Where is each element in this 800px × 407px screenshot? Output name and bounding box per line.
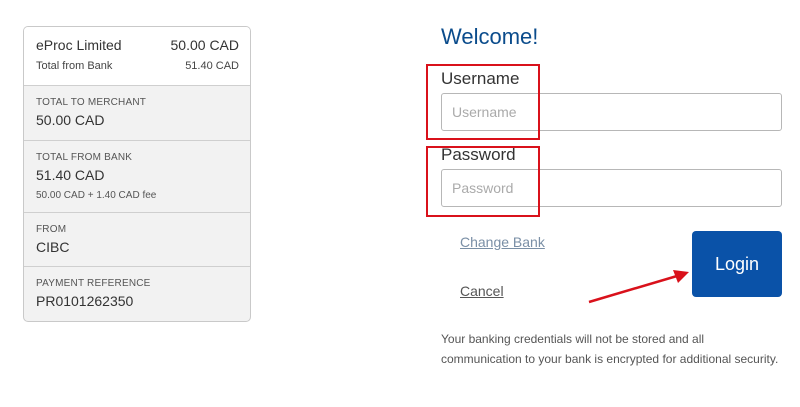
summary-section-from: FROM CIBC xyxy=(24,213,250,267)
total-from-bank-label: Total from Bank xyxy=(36,60,113,72)
welcome-heading: Welcome! xyxy=(441,24,539,49)
password-label: Password xyxy=(441,145,516,164)
summary-header: eProc Limited 50.00 CAD Total from Bank … xyxy=(24,27,250,86)
annotation-arrow-icon xyxy=(588,270,689,304)
section-label: TOTAL FROM BANK xyxy=(36,152,133,163)
payment-amount: 50.00 CAD xyxy=(170,37,239,53)
change-bank-link[interactable]: Change Bank xyxy=(460,234,545,250)
username-label: Username xyxy=(441,69,520,88)
password-input[interactable] xyxy=(441,169,782,207)
section-value: 51.40 CAD xyxy=(36,167,105,183)
username-input[interactable] xyxy=(441,93,782,131)
total-from-bank-value: 51.40 CAD xyxy=(185,60,239,72)
cancel-link[interactable]: Cancel xyxy=(460,283,504,299)
summary-section-payment-reference: PAYMENT REFERENCE PR0101262350 xyxy=(24,267,250,321)
section-value: PR0101262350 xyxy=(36,293,134,309)
merchant-name: eProc Limited xyxy=(36,37,122,53)
section-value: CIBC xyxy=(36,239,70,255)
payment-summary-card: eProc Limited 50.00 CAD Total from Bank … xyxy=(23,26,251,322)
summary-section-total-from-bank: TOTAL FROM BANK 51.40 CAD 50.00 CAD + 1.… xyxy=(24,141,250,213)
login-button[interactable]: Login xyxy=(692,231,782,297)
section-label: FROM xyxy=(36,224,67,235)
summary-section-total-to-merchant: TOTAL TO MERCHANT 50.00 CAD xyxy=(24,86,250,141)
section-value: 50.00 CAD xyxy=(36,112,105,128)
fee-breakdown: 50.00 CAD + 1.40 CAD fee xyxy=(36,190,157,201)
section-label: TOTAL TO MERCHANT xyxy=(36,97,147,108)
section-label: PAYMENT REFERENCE xyxy=(36,278,151,289)
security-notice: Your banking credentials will not be sto… xyxy=(441,332,779,366)
